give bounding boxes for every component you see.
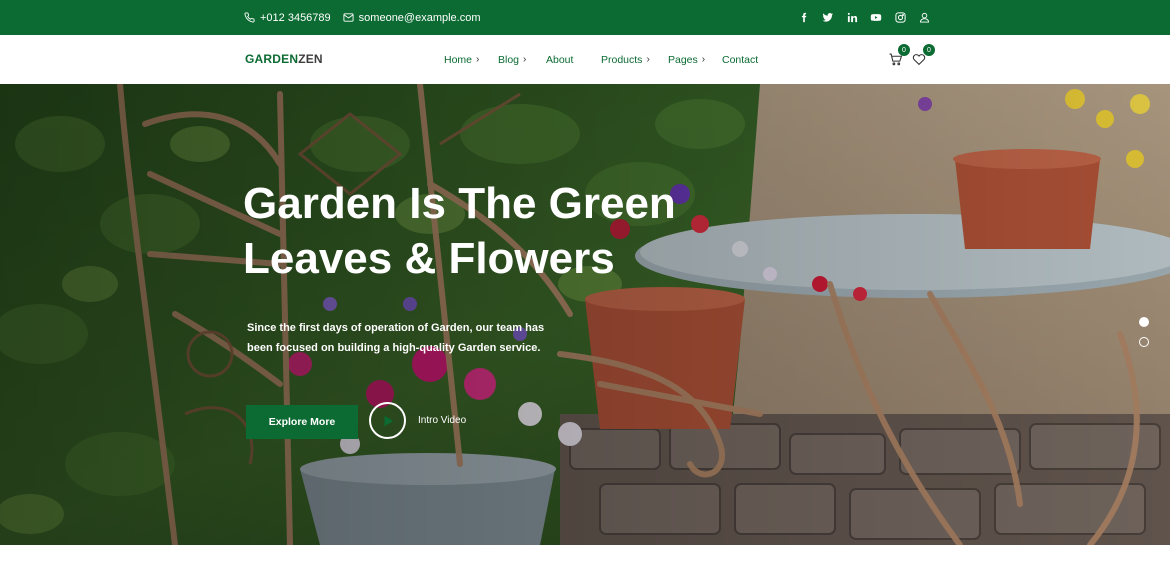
social-links xyxy=(792,0,936,35)
twitter-icon[interactable] xyxy=(816,6,840,30)
hero-title-line1: Garden Is The Green xyxy=(243,179,676,228)
linkedin-icon[interactable] xyxy=(840,6,864,30)
nav-products[interactable]: Products › xyxy=(601,54,668,66)
hero-slider: Garden Is The Green Leaves & Flowers Sin… xyxy=(0,84,1170,545)
mail-icon xyxy=(343,12,354,23)
user-icon[interactable] xyxy=(912,6,936,30)
contact-info: +012 3456789 someone@example.com xyxy=(244,0,493,35)
nav-blog-label: Blog xyxy=(498,53,520,66)
wishlist-button[interactable]: 0 xyxy=(912,44,935,68)
nav-about[interactable]: About xyxy=(546,54,601,66)
logo-zen: ZEN xyxy=(298,52,323,66)
cart-button[interactable]: 0 xyxy=(889,44,910,68)
site-logo[interactable]: GARDENZEN xyxy=(245,52,323,66)
instagram-icon[interactable] xyxy=(888,6,912,30)
hero-title: Garden Is The Green Leaves & Flowers xyxy=(243,176,763,286)
slide-dot-1[interactable] xyxy=(1139,317,1149,327)
email-contact[interactable]: someone@example.com xyxy=(343,12,481,24)
cart-count-badge: 0 xyxy=(898,44,910,56)
hero-subtitle-line2: been focused on building a high-quality … xyxy=(247,342,541,354)
heart-icon xyxy=(912,54,926,66)
nav-home[interactable]: Home › xyxy=(444,54,498,66)
chevron-right-icon: › xyxy=(476,54,480,65)
main-nav: Home › Blog › About Products › Pages › C… xyxy=(444,35,758,84)
youtube-icon[interactable] xyxy=(864,6,888,30)
play-icon xyxy=(384,415,393,426)
top-bar: +012 3456789 someone@example.com xyxy=(0,0,1170,35)
nav-contact-label: Contact xyxy=(722,53,759,66)
nav-home-label: Home xyxy=(444,53,473,66)
nav-pages-label: Pages xyxy=(668,53,698,66)
explore-more-button[interactable]: Explore More xyxy=(246,405,358,439)
intro-video-link[interactable]: Intro Video xyxy=(418,415,466,426)
facebook-icon[interactable] xyxy=(792,6,816,30)
phone-contact[interactable]: +012 3456789 xyxy=(244,12,331,24)
slide-dot-2[interactable] xyxy=(1139,337,1149,347)
nav-contact[interactable]: Contact xyxy=(722,54,758,66)
chevron-right-icon: › xyxy=(646,54,650,65)
main-header: GARDENZEN Home › Blog › About Products ›… xyxy=(0,35,1170,84)
chevron-right-icon: › xyxy=(701,54,706,65)
nav-pages[interactable]: Pages › xyxy=(668,54,722,66)
logo-garden: GARDEN xyxy=(245,52,299,66)
hero-subtitle-line1: Since the first days of operation of Gar… xyxy=(247,322,545,334)
phone-number: +012 3456789 xyxy=(260,11,331,24)
hero-title-line2: Leaves & Flowers xyxy=(243,234,615,283)
phone-icon xyxy=(244,12,255,23)
slider-pagination xyxy=(1139,317,1149,357)
chevron-right-icon: › xyxy=(523,54,527,65)
hero-subtitle: Since the first days of operation of Gar… xyxy=(247,318,567,358)
nav-products-label: Products xyxy=(601,53,643,66)
below-hero-section xyxy=(0,545,1170,574)
hero-background-image xyxy=(0,84,1170,545)
email-address: someone@example.com xyxy=(358,11,481,24)
wishlist-count-badge: 0 xyxy=(923,44,935,56)
nav-blog[interactable]: Blog › xyxy=(498,54,546,66)
play-video-button[interactable] xyxy=(369,402,406,439)
nav-about-label: About xyxy=(546,53,574,66)
